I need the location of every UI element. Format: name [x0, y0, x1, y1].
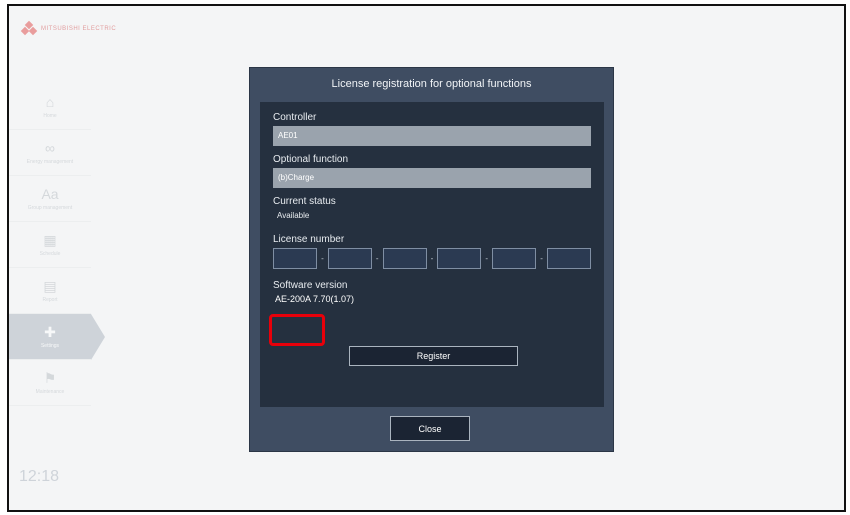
calendar-icon: ▦ [43, 232, 57, 248]
sidebar-item-label: Schedule [39, 251, 61, 257]
three-diamonds-icon [20, 20, 38, 36]
sidebar-item-label: Maintenance [35, 389, 65, 395]
license-segment-3[interactable] [382, 248, 427, 269]
license-segment-1[interactable] [273, 248, 318, 269]
sidebar: ⌂ Home ∞ Energy management Aa Group mana… [9, 84, 105, 406]
sidebar-item-label: Report [42, 297, 58, 303]
close-button[interactable]: Close [390, 416, 470, 441]
maintenance-icon: ⚑ [43, 370, 57, 386]
text-size-icon: Aa [41, 186, 59, 202]
sidebar-item-label: Settings [40, 343, 60, 349]
license-separator: - [321, 254, 324, 263]
clock-time: 12:18 [19, 468, 60, 485]
controller-label: Controller [273, 112, 317, 123]
sidebar-item-energy[interactable]: ∞ Energy management [9, 130, 91, 176]
optional-function-field: (b)Charge [273, 168, 591, 188]
sidebar-item-label: Energy management [26, 159, 74, 165]
license-separator: - [485, 254, 489, 263]
license-separator: - [375, 254, 379, 263]
sidebar-item-settings[interactable]: ✚ Settings [9, 314, 105, 360]
controller-field: AE01 [273, 126, 591, 146]
license-segment-2[interactable] [327, 248, 372, 269]
license-segment-6[interactable] [546, 248, 591, 269]
license-number-inputs: - - - - - [273, 248, 591, 269]
sidebar-item-report[interactable]: ▤ Report [9, 268, 91, 314]
software-version-label: Software version [273, 280, 348, 291]
license-segment-5[interactable] [492, 248, 537, 269]
license-number-label: License number [273, 234, 345, 245]
dialog-title: License registration for optional functi… [331, 78, 532, 90]
sidebar-item-maintenance[interactable]: ⚑ Maintenance [9, 360, 91, 406]
document-icon: ▤ [43, 278, 57, 294]
license-separator: - [430, 254, 434, 263]
logo-text: MITSUBISHI ELECTRIC [41, 26, 117, 32]
infinity-icon: ∞ [45, 140, 55, 156]
license-registration-dialog: License registration for optional functi… [249, 67, 614, 452]
sidebar-item-label: Home [43, 113, 57, 119]
optional-function-label: Optional function [273, 154, 349, 165]
settings-icon: ✚ [44, 324, 56, 340]
sidebar-item-label: Group management [27, 205, 73, 211]
sidebar-item-home[interactable]: ⌂ Home [9, 84, 91, 130]
home-icon: ⌂ [45, 94, 55, 110]
clock: 12:18 [19, 468, 59, 486]
license-separator: - [540, 254, 543, 263]
brand-logo: MITSUBISHI ELECTRIC [20, 20, 117, 36]
current-status-value: Available [277, 211, 310, 220]
sidebar-item-schedule[interactable]: ▦ Schedule [9, 222, 91, 268]
software-version-value: AE-200A 7.70(1.07) [275, 294, 355, 304]
sidebar-item-group[interactable]: Aa Group management [9, 176, 91, 222]
current-status-label: Current status [273, 196, 336, 207]
dialog-body: Controller AE01 Optional function (b)Cha… [260, 102, 604, 407]
license-segment-4[interactable] [437, 248, 482, 269]
register-button[interactable]: Register [349, 346, 518, 366]
